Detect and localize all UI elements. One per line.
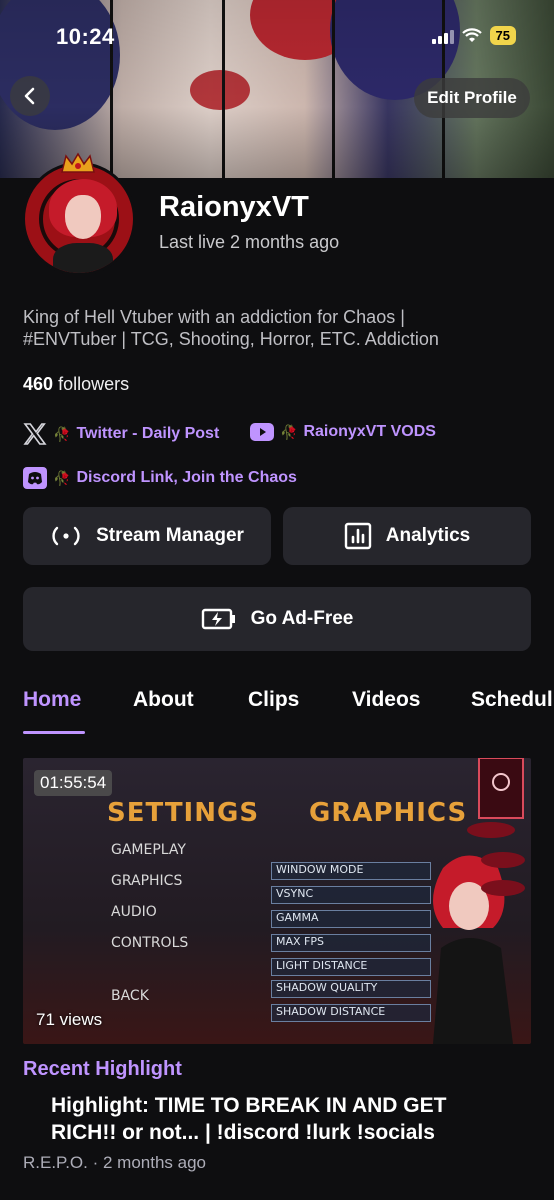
thumb-option: WINDOW MODE: [271, 862, 431, 880]
thumb-option: SHADOW DISTANCE: [271, 1004, 431, 1022]
social-link-twitter[interactable]: 🥀 Twitter - Daily Post: [23, 423, 219, 445]
last-live-text: Last live 2 months ago: [159, 232, 340, 252]
followers-number: 460: [23, 374, 54, 394]
channel-name: RaionyxVT: [159, 191, 309, 223]
thumb-menu-item: GAMEPLAY: [111, 842, 186, 858]
rose-emoji: 🥀: [53, 469, 71, 486]
youtube-icon: [250, 423, 274, 441]
battery-bolt-icon: [201, 608, 235, 630]
tab-schedule[interactable]: Schedul: [471, 688, 553, 712]
thumb-settings-text: SETTINGS: [107, 798, 260, 828]
social-link-label: RaionyxVT VODS: [303, 423, 436, 440]
battery-indicator: 75: [489, 26, 516, 45]
thumb-option: GAMMA: [271, 910, 431, 928]
ad-free-label: Go Ad-Free: [250, 608, 354, 629]
social-link-label: Twitter - Daily Post: [76, 425, 220, 442]
rose-emoji: 🥀: [280, 423, 298, 440]
signal-icon: [431, 28, 454, 44]
tab-about[interactable]: About: [133, 688, 194, 712]
meta-separator: ·: [87, 1153, 103, 1172]
social-link-label: Discord Link, Join the Chaos: [76, 469, 297, 486]
profile-tabs: Home About Clips Videos Schedul: [0, 688, 554, 738]
thumb-graphics-text: GRAPHICS: [309, 798, 468, 828]
x-icon: [23, 423, 47, 445]
back-button[interactable]: [10, 76, 50, 116]
tab-home[interactable]: Home: [23, 688, 81, 712]
chevron-left-icon: [24, 87, 35, 105]
channel-bio: King of Hell Vtuber with an addiction fo…: [23, 307, 439, 349]
thumb-option: VSYNC: [271, 886, 431, 904]
video-title[interactable]: Highlight: TIME TO BREAK IN AND GET RICH…: [51, 1092, 511, 1146]
stream-manager-label: Stream Manager: [96, 525, 244, 546]
social-link-discord[interactable]: 🥀 Discord Link, Join the Chaos: [23, 467, 297, 489]
edit-profile-button[interactable]: Edit Profile: [414, 78, 530, 118]
analytics-icon: [344, 522, 371, 550]
section-label: Recent Highlight: [23, 1058, 182, 1080]
thumb-option: MAX FPS: [271, 934, 431, 952]
avatar[interactable]: [22, 162, 136, 276]
status-icons: 75: [431, 26, 516, 45]
analytics-label: Analytics: [385, 525, 471, 546]
live-frame-decoration: [467, 758, 525, 896]
video-view-count: 71 views: [36, 1010, 103, 1029]
video-meta: R.E.P.O. · 2 months ago: [23, 1153, 206, 1173]
analytics-button[interactable]: Analytics: [283, 507, 531, 565]
tab-clips[interactable]: Clips: [248, 688, 299, 712]
stream-manager-button[interactable]: Stream Manager: [23, 507, 271, 565]
thumb-menu-item: GRAPHICS: [111, 873, 183, 889]
rose-emoji: 🥀: [53, 425, 71, 442]
tab-videos[interactable]: Videos: [352, 688, 420, 712]
followers-label: followers: [58, 374, 130, 394]
video-duration-badge: 01:55:54: [34, 770, 113, 796]
thumb-menu-item: BACK: [111, 988, 149, 1004]
social-link-youtube[interactable]: 🥀 RaionyxVT VODS: [250, 423, 436, 441]
go-ad-free-button[interactable]: Go Ad-Free: [23, 587, 531, 651]
status-time: 10:24: [56, 24, 115, 49]
video-age: 2 months ago: [103, 1153, 207, 1172]
thumb-option: SHADOW QUALITY: [271, 980, 431, 998]
crown-icon: [61, 152, 95, 173]
thumb-menu-item: CONTROLS: [111, 935, 189, 951]
thumb-menu-item: AUDIO: [111, 904, 157, 920]
broadcast-icon: [52, 526, 80, 546]
video-category[interactable]: R.E.P.O.: [23, 1153, 88, 1172]
follower-count[interactable]: 460 followers: [23, 374, 129, 395]
active-tab-indicator: [23, 731, 85, 734]
wifi-icon: [461, 27, 482, 42]
thumb-option: LIGHT DISTANCE: [271, 958, 431, 976]
discord-icon: [23, 467, 47, 489]
video-thumbnail[interactable]: SETTINGS GRAPHICS GAMEPLAY GRAPHICS AUDI…: [23, 758, 531, 1044]
